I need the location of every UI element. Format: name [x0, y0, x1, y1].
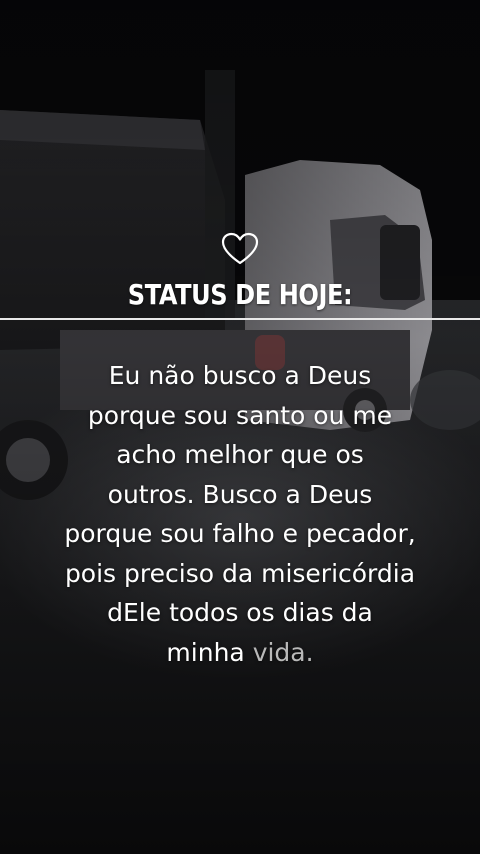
quote-last-line-start: minha: [166, 637, 253, 667]
quote-line: outros. Busco a Deus: [107, 479, 373, 509]
quote-last-line: minha vida.: [40, 633, 440, 673]
quote-line: pois preciso da misericórdia: [64, 558, 416, 588]
quote-last-line-faded: vida.: [252, 637, 314, 667]
status-screen: STATUS DE HOJE: Eu não busco a Deus porq…: [0, 0, 480, 854]
quote-line: Eu não busco a Deus: [108, 361, 372, 390]
title-divider: [0, 318, 480, 320]
status-title: STATUS DE HOJE:: [127, 278, 353, 311]
quote-line: acho melhor que os: [116, 440, 364, 469]
heart-outline-icon: [221, 232, 259, 265]
quote-line: porque sou falho e pecador,: [64, 519, 416, 548]
quote-line: porque sou santo ou me: [87, 400, 393, 430]
quote-text: Eu não busco a Deus porque sou santo ou …: [40, 356, 440, 672]
quote-line: dEle todos os dias da: [107, 598, 373, 627]
